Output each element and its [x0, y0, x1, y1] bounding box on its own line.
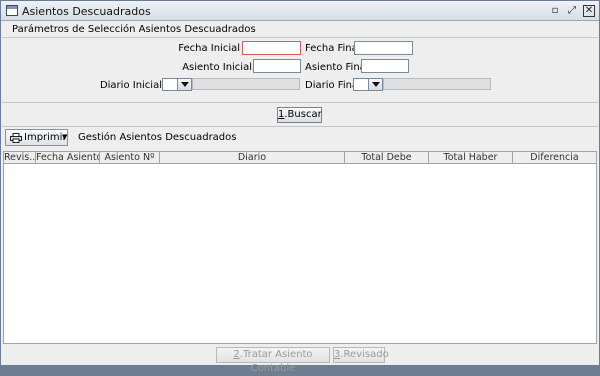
fecha-inicial-input[interactable] — [242, 41, 301, 55]
diario-final-description — [383, 78, 491, 90]
revisado-label: .Revisado — [340, 349, 389, 360]
fecha-final-input[interactable] — [354, 41, 413, 55]
asiento-inicial-input[interactable] — [253, 59, 301, 73]
diario-final-select[interactable] — [353, 78, 383, 91]
diario-inicial-select[interactable] — [162, 78, 192, 91]
chevron-down-icon[interactable] — [177, 79, 191, 90]
printer-icon — [10, 133, 22, 143]
tratar-asiento-button[interactable]: 2.Tratar Asiento Contable — [216, 347, 330, 374]
separator — [2, 126, 598, 127]
table-header: Revis... Fecha Asiento Asiento Nº Diario… — [4, 152, 596, 164]
column-header-revisado[interactable]: Revis... — [4, 152, 36, 164]
column-header-fecha-asiento[interactable]: Fecha Asiento — [36, 152, 100, 164]
separator — [2, 102, 598, 103]
print-button[interactable]: Imprimir ▼ — [5, 129, 68, 146]
params-section-header: Parámetros de Selección Asientos Descuad… — [2, 21, 598, 38]
buscar-label: .Buscar — [284, 109, 322, 120]
window-icon — [6, 5, 18, 16]
column-header-asiento-no[interactable]: Asiento Nº — [100, 152, 160, 164]
tratar-label: .Tratar Asiento Contable — [239, 349, 313, 374]
chevron-down-icon[interactable] — [368, 79, 382, 90]
revisado-button[interactable]: 3.Revisado — [333, 347, 389, 363]
asiento-final-label: Asiento Final — [305, 62, 369, 73]
results-title: Gestión Asientos Descuadrados — [78, 132, 237, 143]
window-title: Asientos Descuadrados — [22, 5, 151, 18]
buscar-button[interactable]: 1.Buscar — [277, 107, 322, 123]
column-header-total-debe[interactable]: Total Debe — [345, 152, 429, 164]
close-icon[interactable]: ✕ — [583, 5, 595, 17]
column-header-diario[interactable]: Diario — [160, 152, 345, 164]
chevron-down-icon[interactable]: ▼ — [62, 133, 67, 141]
diario-inicial-description — [192, 78, 300, 90]
column-header-diferencia[interactable]: Diferencia — [513, 152, 596, 164]
results-toolbar: Imprimir ▼ Gestión Asientos Descuadrados — [2, 128, 598, 148]
window-titlebar[interactable]: Asientos Descuadrados ▫ ⤢ ✕ — [1, 1, 599, 21]
asientos-table[interactable]: Revis... Fecha Asiento Asiento Nº Diario… — [3, 151, 597, 344]
fecha-inicial-label: Fecha Inicial — [178, 43, 240, 54]
diario-inicial-label: Diario Inicial — [99, 80, 162, 91]
restore-icon[interactable]: ▫ — [549, 5, 561, 17]
asiento-inicial-label: Asiento Inicial — [182, 62, 252, 73]
print-label: Imprimir — [24, 132, 67, 143]
fecha-final-label: Fecha Final — [305, 43, 361, 54]
asiento-final-input[interactable] — [361, 59, 409, 73]
params-section-title: Parámetros de Selección Asientos Descuad… — [12, 24, 256, 35]
params-panel: Fecha Inicial Fecha Final Asiento Inicia… — [2, 38, 598, 102]
column-header-total-haber[interactable]: Total Haber — [429, 152, 513, 164]
maximize-icon[interactable]: ⤢ — [566, 5, 578, 17]
asientos-descuadrados-window: Asientos Descuadrados ▫ ⤢ ✕ Parámetros d… — [0, 0, 600, 374]
